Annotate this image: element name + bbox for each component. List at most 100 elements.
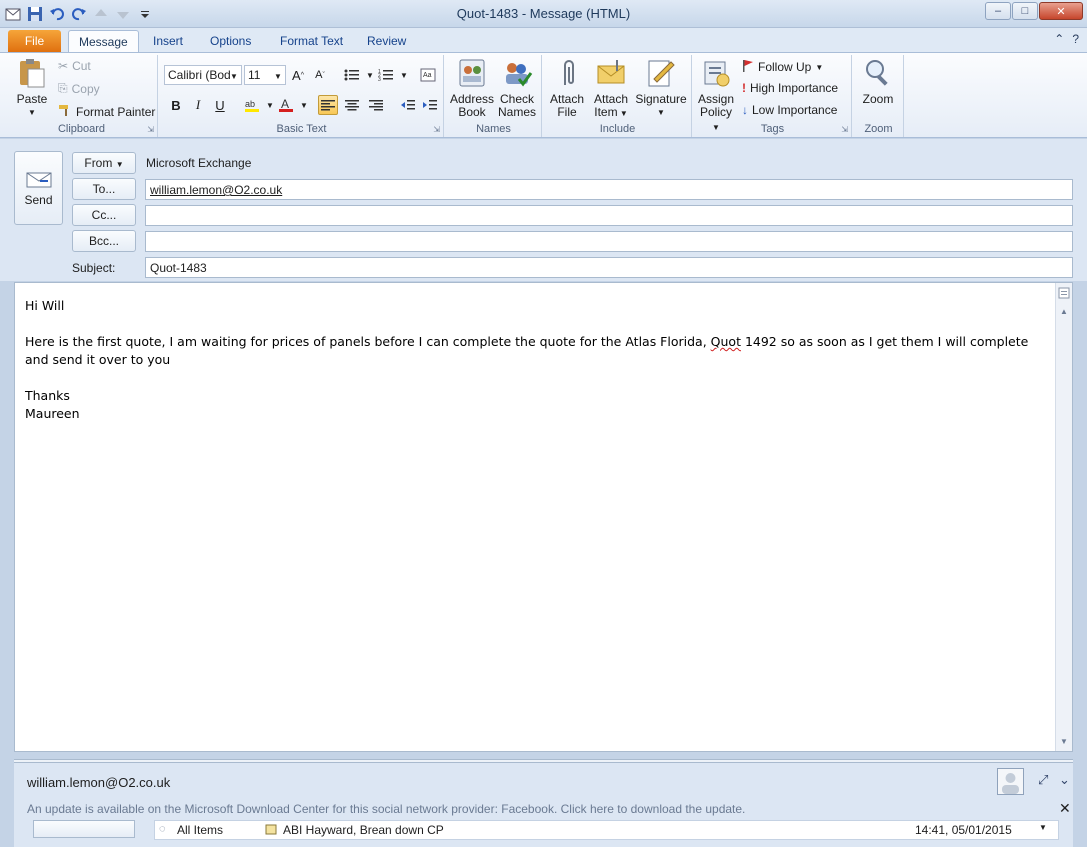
send-button[interactable]: Send bbox=[14, 151, 63, 225]
check-names-button[interactable]: Check Names bbox=[496, 57, 538, 119]
highlight-icon[interactable]: ab bbox=[242, 95, 262, 115]
high-importance-label: High Importance bbox=[750, 81, 839, 95]
subject-label: Subject: bbox=[72, 261, 116, 275]
tab-options[interactable]: Options bbox=[200, 30, 261, 52]
align-center-icon[interactable] bbox=[342, 95, 362, 115]
activity-scroll-icon[interactable]: ▼ bbox=[1039, 823, 1047, 832]
body-scrollbar[interactable]: ▲ ▼ bbox=[1055, 283, 1072, 751]
body-greeting: Hi Will bbox=[25, 298, 65, 313]
people-pane-thumbnail bbox=[33, 820, 135, 838]
styles-icon[interactable]: Aa bbox=[418, 65, 438, 85]
collapse-pane-icon[interactable]: ⌄ bbox=[1059, 772, 1070, 788]
align-right-icon[interactable] bbox=[366, 95, 386, 115]
title-bar: Quot-1483 - Message (HTML) – □ ✕ bbox=[0, 0, 1087, 28]
attach-file-button[interactable]: Attach File bbox=[546, 57, 588, 119]
follow-up-dropdown-icon: ▼ bbox=[815, 62, 824, 72]
numbering-icon[interactable]: 123 bbox=[376, 65, 396, 85]
zoom-label: Zoom bbox=[862, 92, 894, 106]
font-name-select[interactable]: Calibri (Body)▼ bbox=[164, 65, 242, 85]
cut-button[interactable]: ✂ Cut bbox=[58, 59, 91, 73]
follow-up-button[interactable]: Follow Up ▼ bbox=[742, 59, 823, 75]
contact-avatar[interactable] bbox=[997, 768, 1024, 795]
attach-item-button[interactable]: Attach Item ▼ bbox=[590, 57, 632, 120]
decrease-indent-icon[interactable] bbox=[398, 95, 418, 115]
window-controls: – □ ✕ bbox=[985, 2, 1083, 20]
update-notice[interactable]: An update is available on the Microsoft … bbox=[27, 802, 745, 816]
font-size-select[interactable]: 11 ▼ bbox=[244, 65, 286, 85]
tags-group-label: Tags bbox=[760, 123, 785, 135]
bullets-icon[interactable] bbox=[342, 65, 362, 85]
to-field[interactable]: william.lemon@O2.co.uk bbox=[145, 179, 1073, 200]
paste-dropdown-icon[interactable]: ▼ bbox=[12, 106, 52, 119]
low-importance-button[interactable]: ↓ Low Importance bbox=[742, 103, 837, 117]
expand-pane-icon[interactable]: ⤢ bbox=[1038, 772, 1048, 788]
scroll-up-icon[interactable]: ▲ bbox=[1057, 305, 1071, 319]
subject-field[interactable]: Quot-1483 bbox=[145, 257, 1073, 278]
all-items-icon: ◌ bbox=[159, 823, 166, 835]
people-pane-splitter[interactable] bbox=[14, 759, 1073, 763]
send-envelope-icon bbox=[26, 172, 52, 191]
help-icon[interactable]: ? bbox=[1072, 32, 1079, 46]
copy-button[interactable]: ⎘ Copy bbox=[58, 81, 100, 96]
message-body[interactable]: Hi Will Here is the first quote, I am wa… bbox=[14, 282, 1073, 752]
check-names-label-2: Names bbox=[497, 105, 536, 119]
basic-text-launcher-icon[interactable]: ⇲ bbox=[433, 125, 440, 134]
tab-message[interactable]: Message bbox=[68, 30, 139, 52]
tab-format-text[interactable]: Format Text bbox=[270, 30, 353, 52]
clipboard-launcher-icon[interactable]: ⇲ bbox=[147, 125, 154, 134]
svg-text:A: A bbox=[281, 97, 289, 111]
attach-item-label-2: Item bbox=[594, 105, 618, 119]
cc-field[interactable] bbox=[145, 205, 1073, 226]
maximize-button[interactable]: □ bbox=[1012, 2, 1038, 20]
ruler-toggle-icon[interactable] bbox=[1057, 287, 1071, 301]
minimize-button[interactable]: – bbox=[985, 2, 1011, 20]
meeting-icon bbox=[265, 823, 277, 838]
bcc-button[interactable]: Bcc... bbox=[72, 230, 136, 252]
address-book-button[interactable]: Address Book bbox=[450, 57, 494, 119]
svg-text:3: 3 bbox=[378, 77, 381, 82]
signature-button[interactable]: Signature ▼ bbox=[632, 57, 690, 119]
font-size-dropdown-icon: ▼ bbox=[274, 72, 282, 81]
body-paragraph-part-1: Here is the first quote, I am waiting fo… bbox=[25, 334, 711, 349]
flag-icon bbox=[742, 59, 754, 75]
font-name-value: Calibri (Body) bbox=[168, 68, 230, 82]
high-importance-button[interactable]: ! High Importance bbox=[742, 81, 838, 95]
dismiss-notice-icon[interactable]: ✕ bbox=[1059, 800, 1071, 817]
format-painter-button[interactable]: Format Painter bbox=[58, 103, 155, 120]
from-button[interactable]: From ▼ bbox=[72, 152, 136, 174]
message-body-text[interactable]: Hi Will Here is the first quote, I am wa… bbox=[25, 297, 1045, 423]
italic-icon[interactable]: I bbox=[188, 95, 208, 115]
font-color-icon[interactable]: A bbox=[276, 95, 296, 115]
align-left-icon[interactable] bbox=[318, 95, 338, 115]
tab-file[interactable]: File bbox=[8, 30, 61, 52]
scroll-down-icon[interactable]: ▼ bbox=[1057, 735, 1071, 749]
paste-button[interactable]: Paste ▼ bbox=[12, 57, 52, 119]
to-recipient[interactable]: william.lemon@O2.co.uk bbox=[150, 183, 282, 197]
filter-all-items[interactable]: All Items bbox=[177, 823, 223, 837]
body-signature: Maureen bbox=[25, 406, 80, 421]
collapse-ribbon-icon[interactable]: ⌃ bbox=[1054, 32, 1064, 46]
increase-indent-icon[interactable] bbox=[420, 95, 440, 115]
signature-dropdown-icon: ▼ bbox=[657, 108, 665, 117]
cc-button[interactable]: Cc... bbox=[72, 204, 136, 226]
numbering-dropdown-icon[interactable]: ▼ bbox=[394, 65, 414, 85]
follow-up-label: Follow Up bbox=[758, 60, 812, 74]
tab-review[interactable]: Review bbox=[357, 30, 416, 52]
bcc-field[interactable] bbox=[145, 231, 1073, 252]
grow-font-icon[interactable]: A ^ bbox=[288, 65, 308, 85]
people-pane-contact[interactable]: william.lemon@O2.co.uk bbox=[27, 775, 170, 790]
zoom-button[interactable]: Zoom bbox=[856, 57, 900, 106]
underline-icon[interactable]: U bbox=[210, 95, 230, 115]
close-button[interactable]: ✕ bbox=[1039, 2, 1083, 20]
bold-icon[interactable]: B bbox=[166, 95, 186, 115]
font-color-dropdown-icon[interactable]: ▼ bbox=[294, 95, 314, 115]
from-value: Microsoft Exchange bbox=[146, 156, 252, 170]
to-button[interactable]: To... bbox=[72, 178, 136, 200]
shrink-font-icon[interactable]: Aˇ bbox=[310, 65, 330, 85]
misspelled-word[interactable]: Quot bbox=[711, 334, 741, 349]
activity-item[interactable]: ABI Hayward, Brean down CP bbox=[283, 823, 444, 837]
tags-launcher-icon[interactable]: ⇲ bbox=[841, 125, 848, 134]
paintbrush-icon bbox=[58, 103, 72, 120]
envelope-icon bbox=[595, 57, 627, 89]
tab-insert[interactable]: Insert bbox=[143, 30, 193, 52]
